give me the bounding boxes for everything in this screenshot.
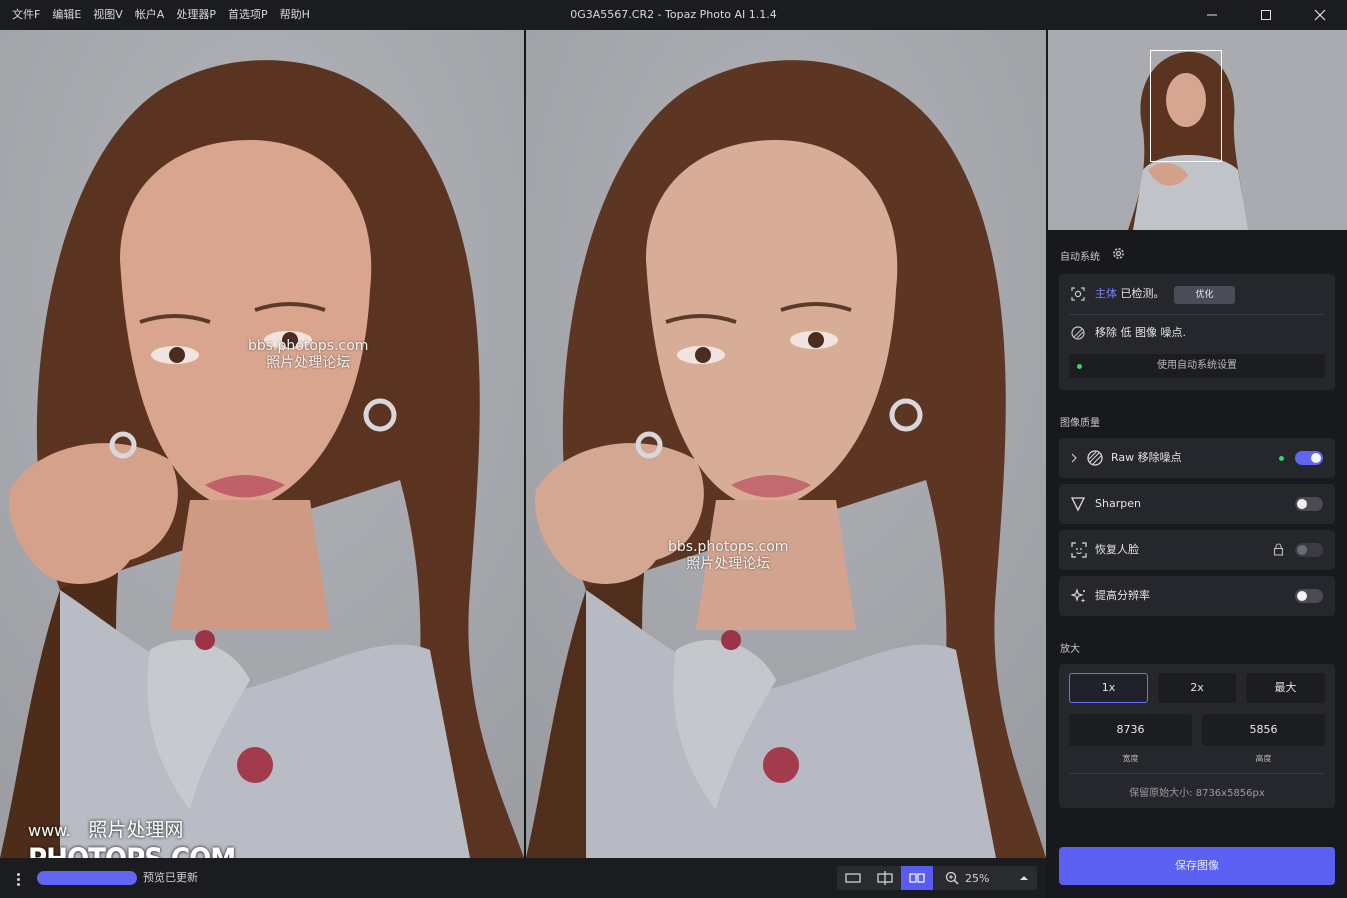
more-menu-button[interactable] [8,869,28,889]
filter-active-dot [1279,456,1284,461]
quality-label: 图像质量 [1060,418,1100,429]
filter-raw-denoise-label: Raw 移除噪点 [1111,451,1182,464]
keep-original-size-link[interactable]: 保留原始大小: 8736x5856px [1069,784,1325,799]
subject-detected-text: 已检测。 [1120,287,1165,300]
menu-help[interactable]: 帮助H [274,0,316,30]
save-image-button[interactable]: 保存图像 [1059,847,1335,885]
preview-status-text: 预览已更新 [143,871,198,884]
window-controls [1185,0,1347,30]
menu-preferences[interactable]: 首选项P [222,0,274,30]
zoom-level: 25% [965,871,990,885]
processed-preview[interactable]: bbs.photops.com 照片处理论坛 [526,30,1046,858]
filter-upscale-label: 提高分辨率 [1095,589,1150,602]
menu-file[interactable]: 文件F [6,0,46,30]
split-view-icon [877,871,893,885]
menu-edit[interactable]: 编辑E [46,0,87,30]
apply-autopilot-button[interactable]: 使用自动系统设置 [1069,354,1325,378]
autopilot-settings-button[interactable] [1112,247,1125,263]
menu-view[interactable]: 视图V [87,0,129,30]
logo-cn-text: 照片处理网 [88,819,184,841]
navigator-viewport-frame[interactable] [1150,50,1222,162]
scale-2x-button[interactable]: 2x [1158,673,1236,703]
autopilot-label: 自动系统 [1060,252,1100,263]
menu-account[interactable]: 帐户A [129,0,171,30]
width-label: 宽度 [1122,754,1139,763]
minimize-icon [1207,14,1217,16]
autopilot-separator [1069,314,1325,315]
width-field[interactable]: 8736 [1069,714,1192,746]
noise-status-text: 移除 低 图像 噪点. [1095,326,1186,339]
filter-face-recovery-label: 恢复人脸 [1095,543,1139,556]
filter-sharpen-label: Sharpen [1095,497,1141,510]
lock-icon [1273,543,1284,559]
single-view-button[interactable] [837,866,869,890]
minimize-button[interactable] [1185,0,1239,30]
portrait-processed-image [526,30,1046,858]
upscale-section-label: 放大 [1060,644,1080,655]
view-mode-group [837,866,1037,890]
watermark-line2: 照片处理论坛 [266,355,351,371]
watermark-text-right: bbs.photops.com 照片处理论坛 [668,539,788,573]
upscale-toggle[interactable] [1295,589,1323,603]
apply-autopilot-label: 使用自动系统设置 [1157,360,1237,371]
split-view-button[interactable] [869,866,901,890]
zoom-icon [945,871,959,885]
watermark-line1-right: bbs.photops.com [668,539,789,555]
zoom-dropdown-button[interactable] [1018,872,1030,887]
subject-link[interactable]: 主体 [1095,287,1117,300]
zoom-control[interactable]: 25% [945,866,989,890]
original-preview[interactable]: bbs.photops.com 照片处理论坛 [0,30,524,858]
scale-1x-button[interactable]: 1x [1069,673,1148,703]
close-button[interactable] [1293,0,1347,30]
refine-button[interactable]: 优化 [1174,286,1235,304]
sharpen-icon [1070,496,1086,515]
height-label: 高度 [1255,754,1272,763]
watermark-line1: bbs.photops.com [248,338,369,354]
raw-denoise-toggle[interactable] [1295,451,1323,465]
logo-small-text: www. [28,821,71,840]
single-view-icon [845,873,861,883]
side-by-side-icon [909,873,925,883]
maximize-button[interactable] [1239,0,1293,30]
caret-up-icon [1020,876,1028,880]
upscale-icon [1070,588,1087,607]
maximize-icon [1261,10,1271,20]
scale-max-button[interactable]: 最大 [1246,673,1325,703]
title-bar: 文件F 编辑E 视图V 帐户A 处理器P 首选项P 帮助H 0G3A5567.C… [0,0,1347,30]
watermark-line2-right: 照片处理论坛 [686,556,771,572]
subject-status: 主体 已检测。 [1095,287,1165,301]
portrait-original-image [0,30,524,858]
gear-icon [1113,248,1124,259]
face-icon [1071,542,1087,561]
upscale-separator [1069,773,1325,774]
watermark-text: bbs.photops.com 照片处理论坛 [248,338,368,372]
sharpen-toggle[interactable] [1295,497,1323,511]
menu-bar: 文件F 编辑E 视图V 帐户A 处理器P 首选项P 帮助H [0,0,316,30]
subject-icon [1071,287,1085,304]
side-by-side-button[interactable] [901,866,933,890]
close-icon [1314,9,1326,21]
height-field[interactable]: 5856 [1202,714,1325,746]
menu-processor[interactable]: 处理器P [170,0,222,30]
expand-chevron-icon[interactable] [1069,452,1079,467]
face-recovery-toggle[interactable] [1295,543,1323,557]
denoise-icon [1087,450,1103,469]
noise-icon [1071,326,1085,343]
preview-progress-bar [37,871,137,885]
